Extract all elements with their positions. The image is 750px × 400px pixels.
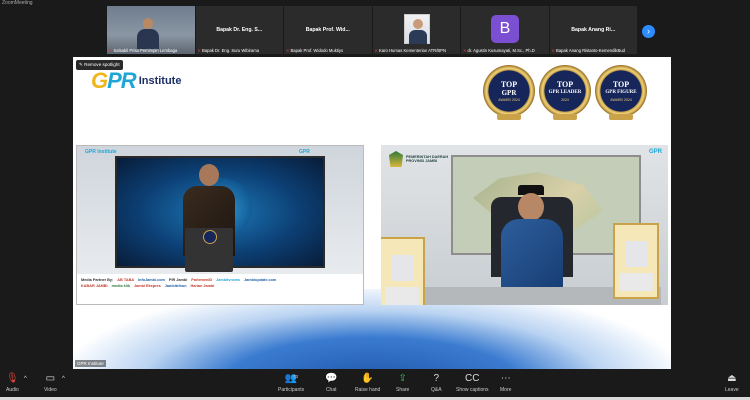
chat-icon: 💬	[325, 373, 338, 384]
video-button[interactable]: ▭ Video	[44, 373, 57, 393]
video-camera-icon: ▭	[45, 373, 56, 384]
video-corner-logo: GPR Institute	[85, 149, 117, 155]
participant-tile[interactable]: Bapak Anang Ri... ✕Bapak Anang Ristanto-…	[549, 6, 637, 54]
window-title: ZoomMeeting	[2, 0, 33, 6]
participant-tile[interactable]: B ✕dr. Agustin Kusumayati, M.Sc., Ph.D	[461, 6, 549, 54]
participant-tile[interactable]: ✕Karo Humas Kementerian ATR/BPN	[372, 6, 460, 54]
leave-button[interactable]: ⏏ Leave	[725, 373, 739, 393]
more-dots-icon: ⋯	[500, 373, 511, 384]
participant-photo	[403, 14, 430, 44]
participants-button[interactable]: 👥 73 Participants	[278, 373, 304, 393]
video-options-button[interactable]: ^	[62, 373, 65, 385]
share-screen-icon: ⇪	[398, 373, 407, 384]
mic-muted-icon: 🎙	[6, 373, 19, 384]
speaker-strip: ZoomMeeting ✕Salsabil Prisa Pemimpin Lem…	[0, 0, 750, 58]
participant-caption: ✕Bapak Dr. Eng. Suru Wibirama	[197, 48, 260, 53]
chat-button[interactable]: 💬 Chat	[325, 373, 337, 393]
shared-stage: ✎ Remove spotlight GPR Institute TOP GPR…	[73, 57, 671, 369]
certificate-frame	[381, 237, 425, 305]
stage-caption: GPR Institute	[75, 360, 106, 367]
award-badges: TOP GPR AWARD 2024 TOP GPR LEADER 2024 T…	[483, 65, 647, 120]
participant-caption: ✕Bapak Prof. Widodo Muktiyo	[286, 48, 344, 53]
captions-icon: CC	[465, 373, 480, 384]
participant-caption: ✕dr. Agustin Kusumayati, M.Sc., Ph.D	[463, 48, 535, 53]
more-button[interactable]: ⋯ More	[500, 373, 511, 393]
mic-muted-icon: ✕	[109, 48, 113, 53]
share-button[interactable]: ⇪ Share	[396, 373, 409, 393]
host-video[interactable]: GPR Institute GPR Media Partner By: AB T…	[76, 145, 364, 305]
participant-name: Bapak Dr. Eng. S...	[216, 27, 263, 33]
participant-caption: ✕Salsabil Prisa Pemimpin Lembaga	[109, 48, 178, 53]
raise-hand-button[interactable]: ✋ Raise hand	[355, 373, 380, 393]
mic-muted-icon: ✕	[374, 48, 379, 53]
participant-caption: ✕Bapak Anang Ristanto-KemendikBud	[551, 48, 625, 53]
participant-name: Bapak Anang Ri...	[571, 27, 616, 33]
participant-tile[interactable]: Bapak Prof. Wid... ✕Bapak Prof. Widodo M…	[284, 6, 372, 54]
mic-muted-icon: ✕	[286, 48, 290, 53]
mic-muted-icon: ✕	[463, 48, 467, 53]
hand-icon: ✋	[361, 373, 374, 384]
participants-icon: 👥	[284, 373, 298, 384]
audio-button[interactable]: 🎙 Audio	[6, 373, 19, 393]
captions-button[interactable]: CC Show captions	[456, 373, 489, 393]
sponsor-bar: Media Partner By: AB TABA InfoJambi.com …	[77, 274, 363, 304]
award-badge: TOP GPR FIGURE AWARD 2024	[595, 65, 647, 120]
chevron-up-icon: ^	[24, 376, 27, 382]
chevron-right-icon[interactable]: ›	[642, 25, 655, 38]
participant-name: Bapak Prof. Wid...	[305, 27, 350, 33]
participant-tile[interactable]: Bapak Dr. Eng. S... ✕Bapak Dr. Eng. Suru…	[195, 6, 283, 54]
meeting-toolbar: 🎙 Audio ^ ▭ Video ^ 👥 73 Participants 💬 …	[0, 370, 750, 400]
province-logo: PEMERINTAH DAERAH PROVINSI JAMBI	[389, 151, 448, 167]
certificate-frame	[613, 223, 659, 299]
qa-button[interactable]: ? Q&A	[431, 373, 442, 393]
participant-tile[interactable]: ✕Salsabil Prisa Pemimpin Lembaga	[107, 6, 195, 54]
chevron-up-icon: ^	[62, 376, 65, 382]
mic-muted-icon: ✕	[551, 48, 556, 53]
participant-tiles: ✕Salsabil Prisa Pemimpin Lembaga Bapak D…	[107, 6, 637, 54]
audio-options-button[interactable]: ^	[24, 373, 27, 385]
award-badge: TOP GPR LEADER 2024	[539, 65, 591, 120]
video-corner-logo-right: GPR	[299, 149, 310, 155]
question-icon: ?	[433, 373, 440, 384]
guest-video[interactable]: PEMERINTAH DAERAH PROVINSI JAMBI GPR	[381, 145, 668, 305]
participant-video	[137, 18, 159, 49]
mic-muted-icon: ✕	[197, 48, 202, 53]
gpr-institute-logo: GPR Institute	[91, 68, 182, 93]
podium-badge-icon	[203, 230, 217, 244]
guest-person	[499, 185, 565, 291]
award-badge: TOP GPR AWARD 2024	[483, 65, 535, 120]
participant-caption: ✕Karo Humas Kementerian ATR/BPN	[374, 48, 446, 53]
video-corner-logo: GPR	[648, 149, 662, 155]
leave-icon: ⏏	[727, 373, 737, 384]
participant-avatar: B	[491, 15, 519, 43]
province-crest-icon	[389, 151, 403, 167]
